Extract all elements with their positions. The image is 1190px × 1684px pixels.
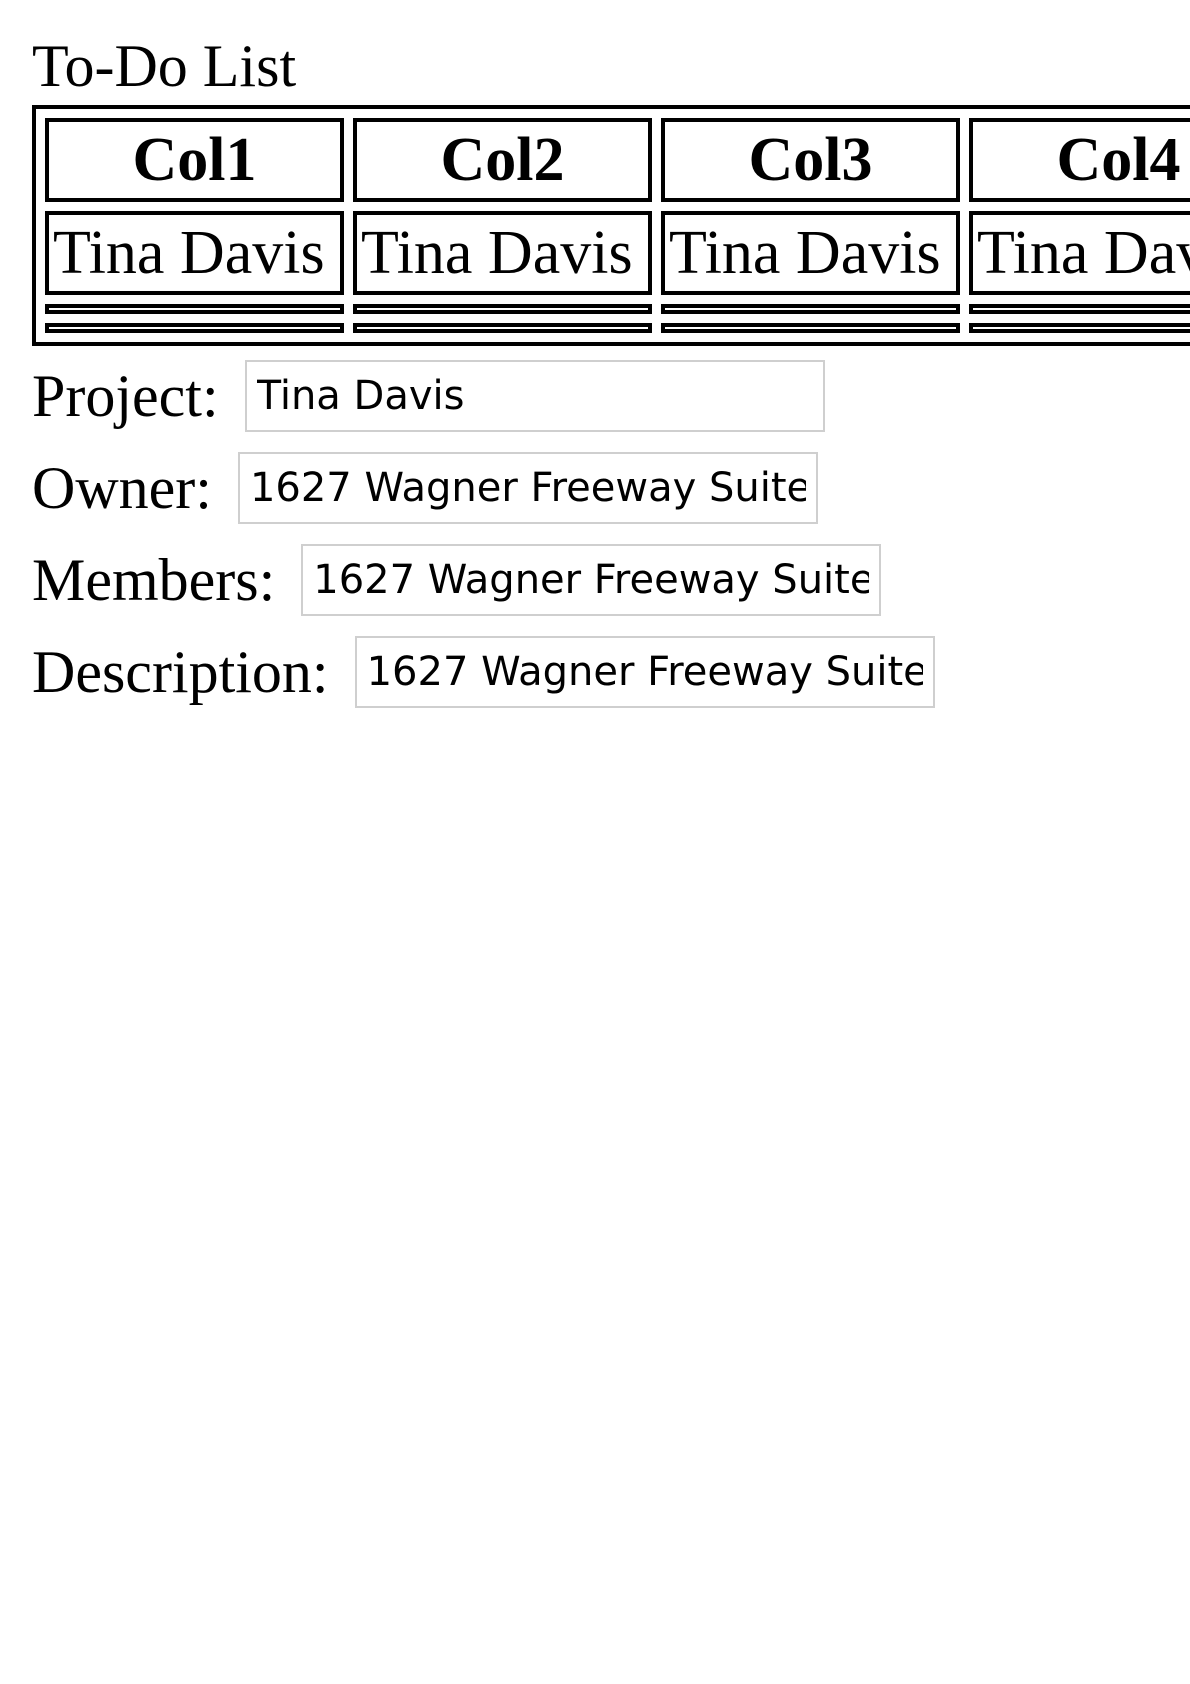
members-row: Members: — [32, 534, 1190, 626]
column-header: Col2 — [353, 118, 652, 202]
table-row: Tina Davis Tina Davis Tina Davis Tina Da… — [45, 211, 1190, 295]
project-input[interactable] — [244, 360, 825, 432]
table-cell-empty — [661, 304, 960, 314]
table-cell-empty — [353, 304, 652, 314]
owner-label: Owner: — [32, 455, 212, 521]
description-row: Description: — [32, 626, 1190, 718]
table-header-row: Col1 Col2 Col3 Col4 — [45, 118, 1190, 202]
table-cell-empty — [45, 323, 344, 333]
description-input[interactable] — [354, 636, 935, 708]
table-cell-empty — [969, 323, 1190, 333]
todo-table-container: Col1 Col2 Col3 Col4 Tina Davis Tina Davi… — [32, 102, 1190, 346]
table-cell: Tina Davis — [353, 211, 652, 295]
column-header: Col3 — [661, 118, 960, 202]
table-cell-empty — [661, 323, 960, 333]
table-row-empty — [45, 304, 1190, 314]
table-cell-empty — [45, 304, 344, 314]
description-label: Description: — [32, 639, 329, 705]
members-label: Members: — [32, 547, 276, 613]
project-label: Project: — [32, 363, 219, 429]
members-input[interactable] — [301, 544, 882, 616]
project-form: Project: Owner: Members: Description: — [32, 350, 1190, 718]
project-row: Project: — [32, 350, 1190, 442]
table-cell-empty — [353, 323, 652, 333]
page-title: To-Do List — [32, 33, 297, 99]
owner-row: Owner: — [32, 442, 1190, 534]
table-cell: Tina Davis — [45, 211, 344, 295]
column-header: Col4 — [969, 118, 1190, 202]
todo-table: Col1 Col2 Col3 Col4 Tina Davis Tina Davi… — [32, 105, 1190, 346]
page: To-Do List Col1 Col2 Col3 Col4 Tina Davi… — [32, 30, 1190, 718]
column-header: Col1 — [45, 118, 344, 202]
table-row-empty — [45, 323, 1190, 333]
owner-input[interactable] — [237, 452, 818, 524]
table-cell: Tina Davis — [969, 211, 1190, 295]
table-cell: Tina Davis — [661, 211, 960, 295]
table-cell-empty — [969, 304, 1190, 314]
